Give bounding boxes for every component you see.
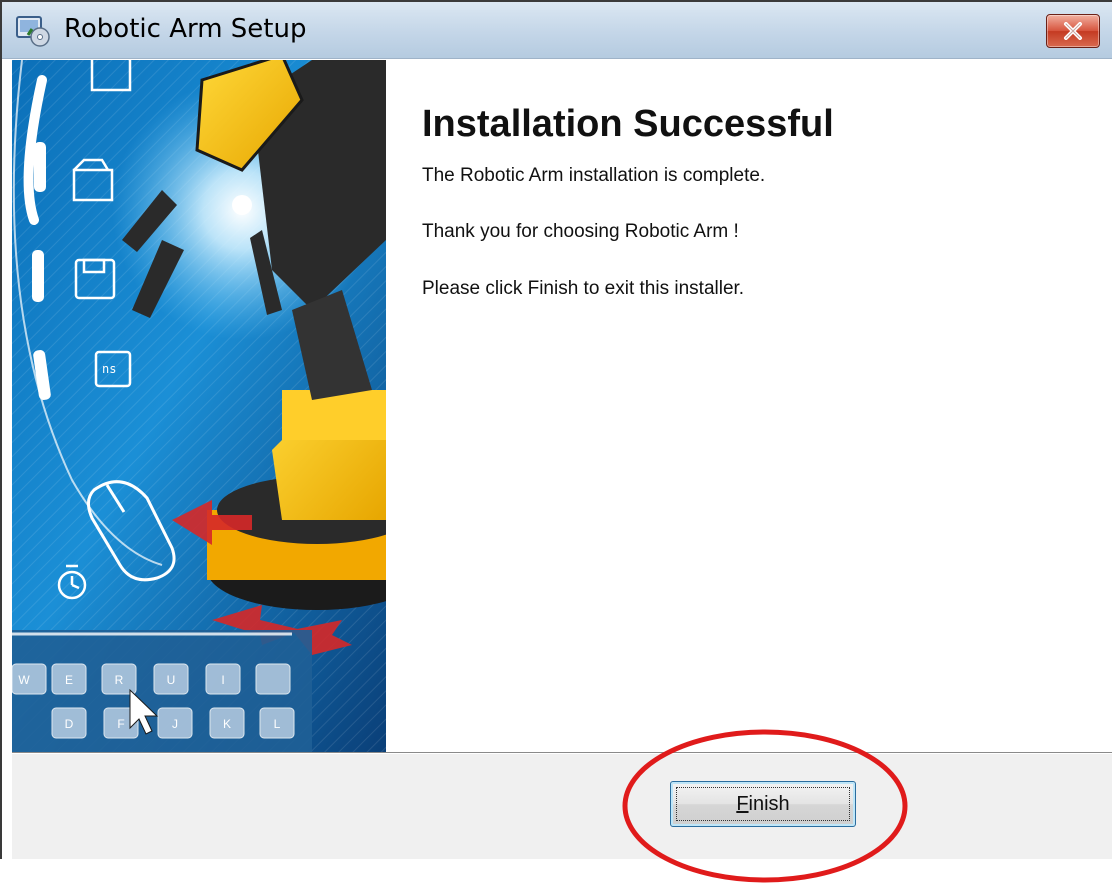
svg-text:L: L xyxy=(274,717,281,731)
page-heading: Installation Successful xyxy=(422,103,834,145)
window-title: Robotic Arm Setup xyxy=(64,14,307,44)
svg-text:W: W xyxy=(18,673,30,687)
red-circle-annotation xyxy=(622,729,908,883)
setup-disc-icon xyxy=(16,16,50,47)
svg-text:I: I xyxy=(221,673,224,687)
robot-arm-banner: ns W E R U I D F J K L xyxy=(12,60,386,752)
exit-instruction: Please click Finish to exit this install… xyxy=(422,278,745,299)
svg-text:U: U xyxy=(167,673,176,687)
svg-text:ns: ns xyxy=(102,362,116,376)
svg-text:R: R xyxy=(115,673,124,687)
close-x-icon xyxy=(1064,22,1082,40)
close-button[interactable] xyxy=(1046,14,1100,48)
completion-message: The Robotic Arm installation is complete… xyxy=(422,165,766,186)
banner-artwork: ns W E R U I D F J K L xyxy=(12,60,386,752)
svg-text:E: E xyxy=(65,673,73,687)
svg-text:K: K xyxy=(223,717,231,731)
setup-window: Robotic Arm Setup ns W E R U I D F J K L… xyxy=(0,0,1112,883)
svg-text:J: J xyxy=(172,717,178,731)
title-bar[interactable]: Robotic Arm Setup xyxy=(2,2,1112,59)
svg-text:D: D xyxy=(65,717,74,731)
content-panel: Installation Successful The Robotic Arm … xyxy=(386,59,1112,752)
svg-text:F: F xyxy=(117,717,124,731)
button-bar xyxy=(12,754,1112,859)
thank-you-message: Thank you for choosing Robotic Arm ! xyxy=(422,221,739,242)
